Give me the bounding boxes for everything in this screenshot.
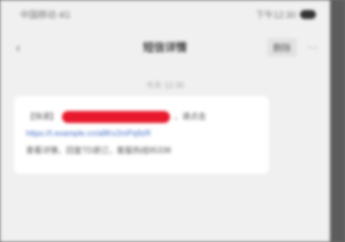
battery-icon — [300, 9, 316, 19]
message-line-2: https://t.example.cn/a8Kx2mPq9zR — [26, 125, 257, 142]
message-footer: 查看详情，回复TD退订，客服热线95338 — [26, 146, 171, 155]
status-time: 下午12:30 — [255, 9, 296, 20]
status-indicators: 下午12:30 — [255, 8, 316, 21]
message-suffix: ，请点击 — [174, 112, 206, 121]
redaction-mark — [62, 110, 170, 123]
message-prefix: 【快递】 — [26, 112, 58, 121]
message-bubble[interactable]: 【快递】 ，请点击 https://t.example.cn/a8Kx2mPq9z… — [14, 96, 269, 174]
navigation-bar: ‹ 短信详情 删除 ⋯ — [0, 30, 330, 64]
screen-edge — [330, 0, 345, 242]
more-icon[interactable]: ⋯ — [307, 41, 318, 54]
nav-actions: 删除 ⋯ — [266, 37, 318, 57]
message-line-3: 查看详情，回复TD退订，客服热线95338 — [26, 142, 257, 159]
back-icon[interactable]: ‹ — [16, 40, 32, 55]
status-bar: 中国移动 4G 下午12:30 — [0, 0, 330, 28]
message-timestamp: 今天 12:30 — [145, 81, 185, 90]
message-line-1: 【快递】 ，请点击 — [26, 108, 257, 125]
phone-screen: 中国移动 4G 下午12:30 ‹ 短信详情 删除 ⋯ 今天 12:30 【快递… — [0, 0, 330, 242]
carrier-label: 中国移动 4G — [20, 9, 71, 20]
delete-button[interactable]: 删除 — [266, 37, 297, 57]
message-link[interactable]: https://t.example.cn/a8Kx2mPq9zR — [26, 129, 151, 138]
